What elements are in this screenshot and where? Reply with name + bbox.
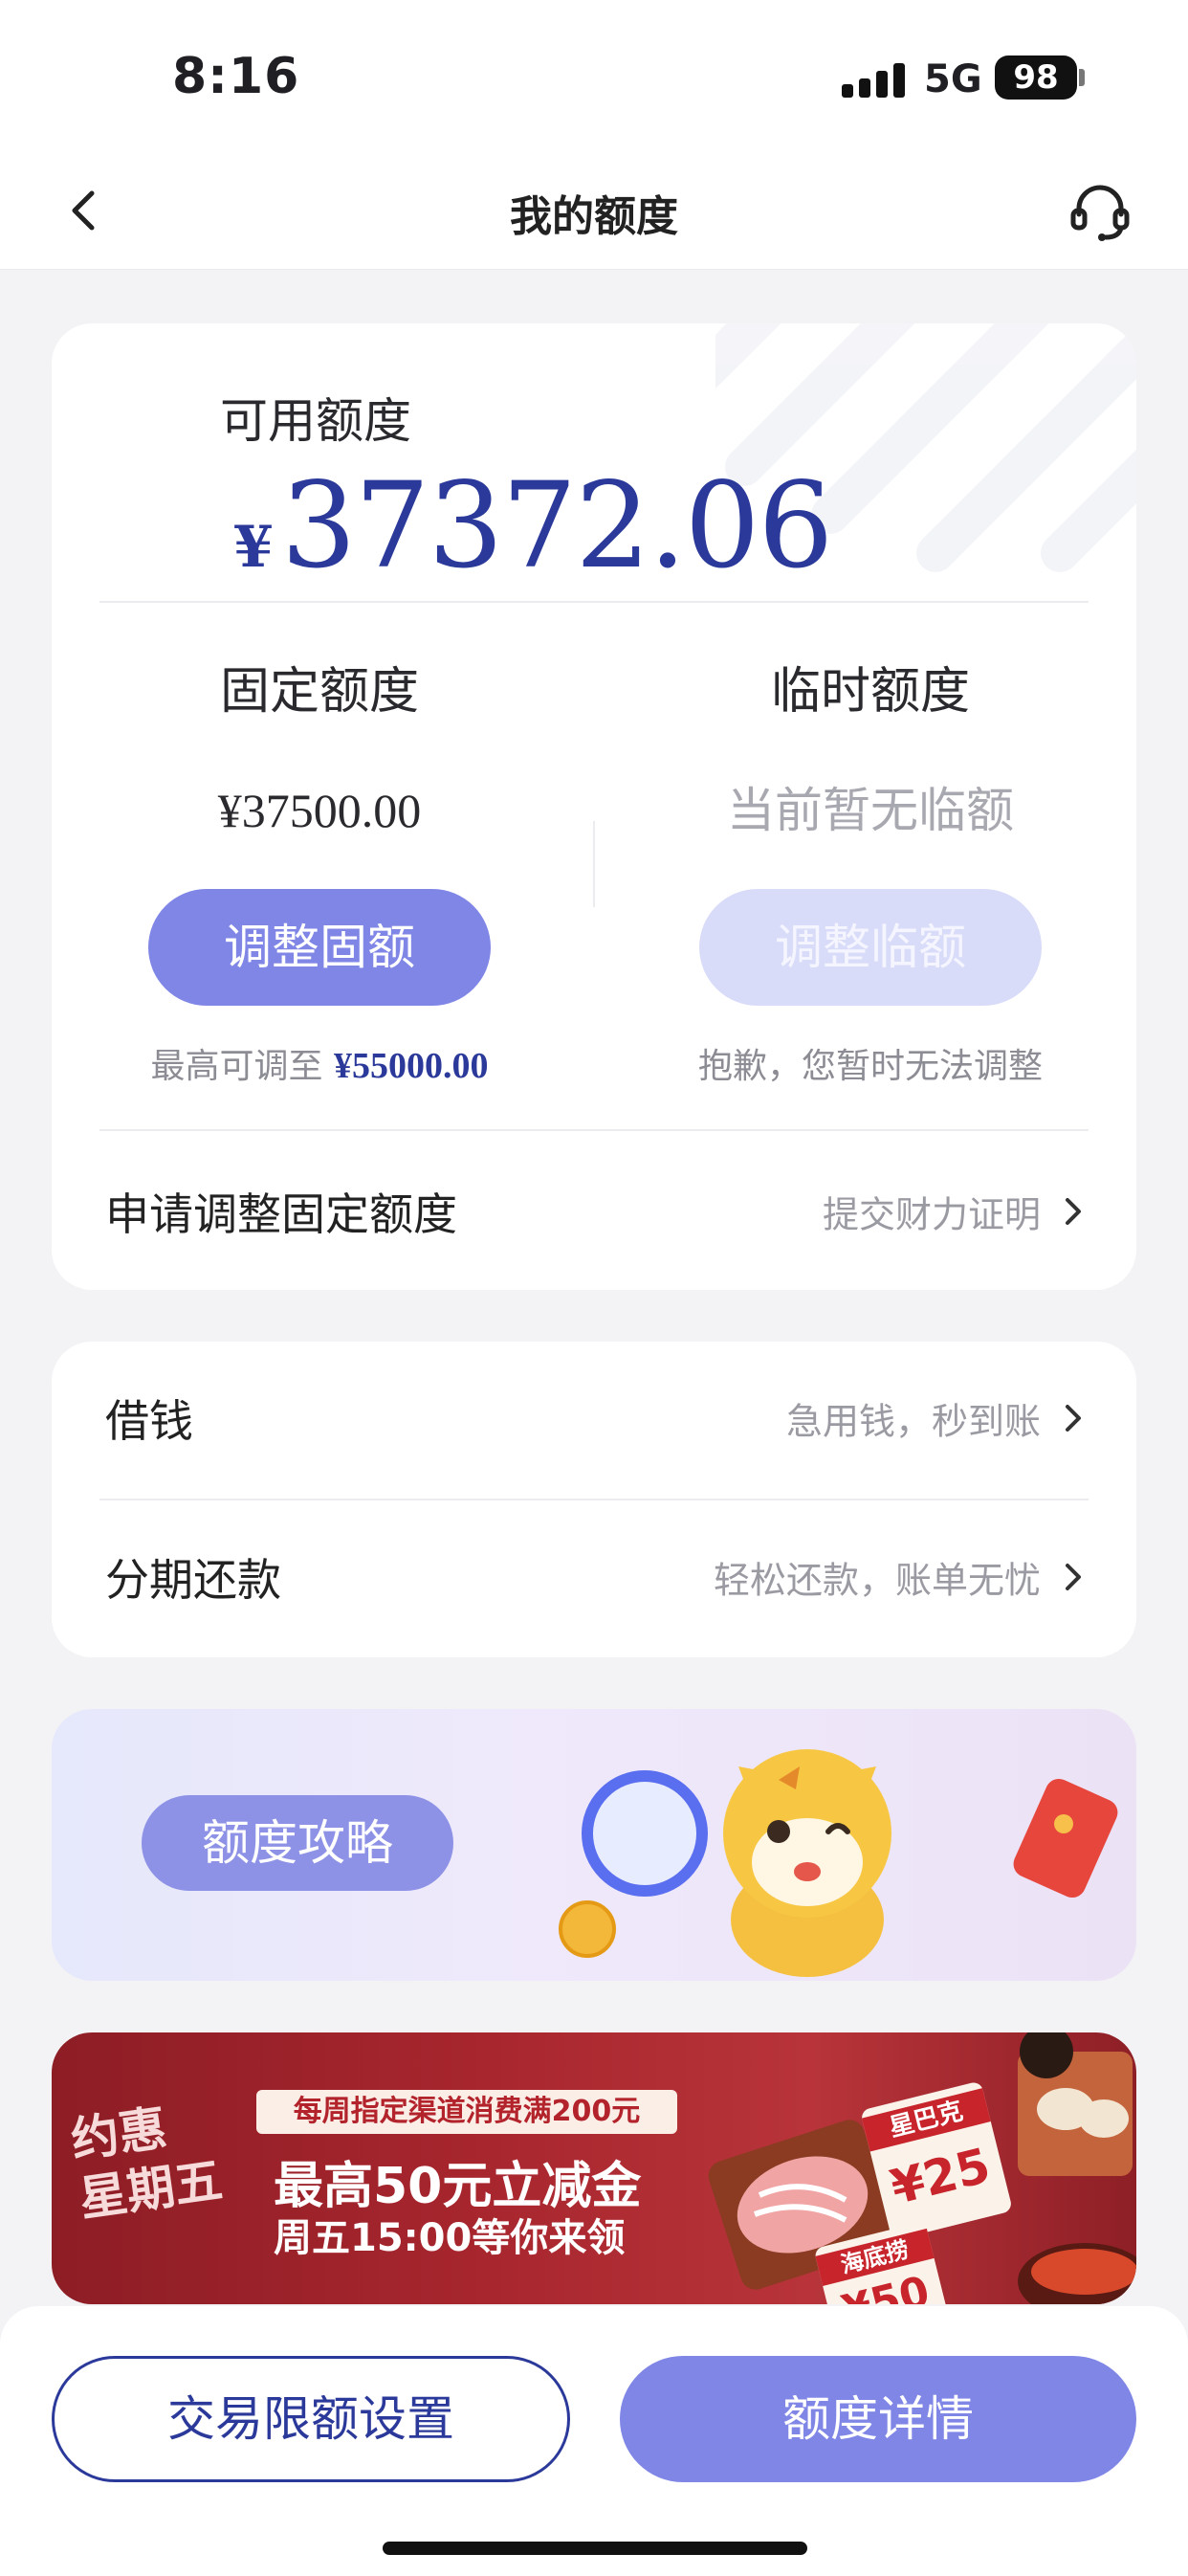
friday-promo-banner[interactable]: 约惠 星期五 每周指定渠道消费满200元 最高50元立减金 周五15:00等你来… [52,2032,1136,2304]
transaction-limit-button[interactable]: 交易限额设置 [52,2356,570,2482]
headset-icon [1070,185,1130,241]
available-quota-amount: ¥37372.06 [233,457,834,595]
adjust-temporary-button: 调整临额 [699,889,1042,1006]
apply-adjust-hint: 提交财力证明 [822,1193,1041,1236]
max-adjust-value: ¥55000.00 [333,1046,489,1086]
fixed-quota-note: 最高可调至 ¥55000.00 [80,1038,559,1088]
red-envelope-illustration [1013,1778,1118,1899]
battery-cap [1079,69,1085,86]
promo-tag: 每周指定渠道消费满200元 [256,2090,677,2134]
coupon-starbucks-value: ¥25 [885,2137,996,2216]
temporary-quota-value: 当前暂无临额 [727,783,1014,838]
home-indicator[interactable] [383,2542,807,2555]
chevron-right-icon [1066,1198,1081,1225]
quota-card: 可用额度 ¥37372.06 固定额度 ¥37500.00 调整固额 最高可调至… [52,323,1136,1290]
temporary-quota-title: 临时额度 [770,663,970,721]
services-card: 借钱 急用钱，秒到账 分期还款 轻松还款，账单无忧 [52,1342,1136,1657]
fixed-quota-section: 固定额度 ¥37500.00 调整固额 最高可调至 ¥55000.00 [80,651,559,1088]
apply-adjust-label: 申请调整固定额度 [105,1188,457,1240]
strategy-pill: 额度攻略 [142,1795,453,1891]
tiger-mascot-illustration [559,1749,891,1977]
currency-symbol: ¥ [233,514,274,581]
chevron-right-icon [1066,1564,1081,1590]
temporary-quota-section: 临时额度 当前暂无临额 调整临额 抱歉，您暂时无法调整 [631,651,1110,1088]
bottom-action-bar: 交易限额设置 额度详情 [0,2306,1188,2576]
divider [99,601,1089,603]
max-adjust-label: 最高可调至 [150,1047,323,1086]
fixed-quota-value: ¥37500.00 [217,784,422,837]
chevron-right-icon [1066,1405,1081,1432]
customer-service-button[interactable] [1067,178,1133,243]
quota-strategy-banner[interactable]: 额度攻略 [52,1709,1136,1981]
adjust-fixed-button[interactable]: 调整固额 [148,889,491,1006]
page-title: 我的额度 [510,192,678,241]
available-quota-label: 可用额度 [220,393,411,449]
promo-logo: 约惠 星期五 [67,2099,226,2228]
network-type: 5G [924,57,982,101]
nav-bar: 我的额度 [0,153,1188,270]
temporary-quota-note: 抱歉，您暂时无法调整 [697,1047,1043,1086]
installment-label: 分期还款 [105,1554,281,1606]
apply-adjust-fixed-row[interactable]: 申请调整固定额度 提交财力证明 [52,1135,1136,1288]
list-item-borrow[interactable]: 借钱 急用钱，秒到账 [52,1342,1136,1495]
signal-icon [842,63,905,98]
available-amount-value: 37372.06 [280,457,834,595]
installment-hint: 轻松还款，账单无忧 [713,1559,1041,1602]
status-time: 8:16 [172,48,300,105]
battery-icon: 98 [995,56,1077,100]
list-item-installment[interactable]: 分期还款 轻松还款，账单无忧 [52,1500,1136,1654]
fixed-quota-title: 固定额度 [219,663,419,721]
quota-details-button[interactable]: 额度详情 [620,2356,1136,2482]
borrow-label: 借钱 [105,1395,193,1447]
promo-subline: 周五15:00等你来领 [274,2216,626,2260]
vertical-divider [593,821,595,907]
status-bar: 8:16 5G 98 [0,0,1188,153]
divider [99,1129,1089,1131]
borrow-hint: 急用钱，秒到账 [785,1400,1041,1443]
